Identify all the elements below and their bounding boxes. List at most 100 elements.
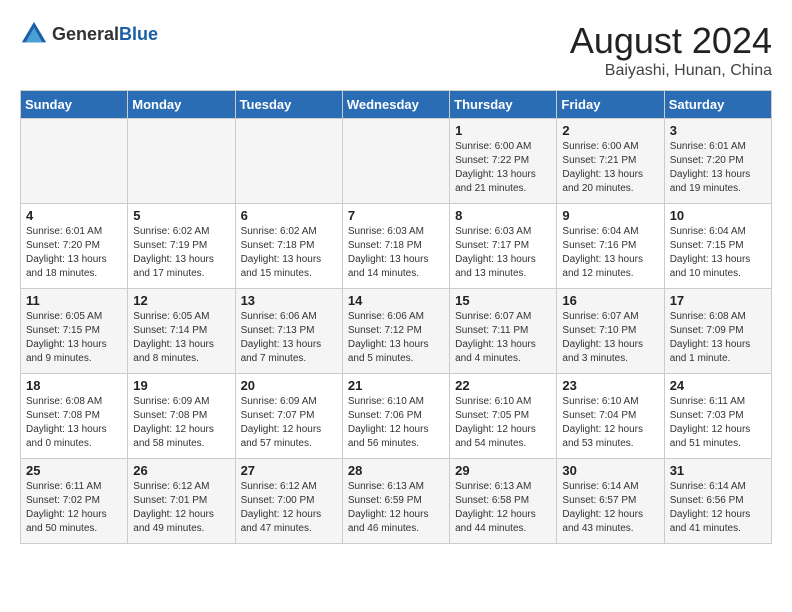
day-info: Sunrise: 6:02 AM Sunset: 7:19 PM Dayligh… [133, 225, 229, 281]
day-info: Sunrise: 6:07 AM Sunset: 7:10 PM Dayligh… [562, 310, 658, 366]
day-info: Sunrise: 6:13 AM Sunset: 6:59 PM Dayligh… [348, 480, 444, 536]
calendar-cell: 5 Sunrise: 6:02 AM Sunset: 7:19 PM Daylig… [128, 204, 235, 289]
day-info: Sunrise: 6:04 AM Sunset: 7:16 PM Dayligh… [562, 225, 658, 281]
day-info: Sunrise: 6:11 AM Sunset: 7:02 PM Dayligh… [26, 480, 122, 536]
calendar-cell: 18 Sunrise: 6:08 AM Sunset: 7:08 PM Dayli… [21, 374, 128, 459]
day-number: 23 [562, 378, 658, 393]
calendar-cell: 29Sunrise: 6:13 AM Sunset: 6:58 PM Dayli… [450, 459, 557, 544]
calendar-cell: 22 Sunrise: 6:10 AM Sunset: 7:05 PM Dayli… [450, 374, 557, 459]
day-number: 4 [26, 208, 122, 223]
day-number: 7 [348, 208, 444, 223]
col-monday: Monday [128, 91, 235, 119]
day-info: Sunrise: 6:13 AM Sunset: 6:58 PM Dayligh… [455, 480, 551, 536]
day-number: 13 [241, 293, 337, 308]
title-block: August 2024 Baiyashi, Hunan, China [570, 20, 772, 80]
calendar-cell: 8 Sunrise: 6:03 AM Sunset: 7:17 PM Daylig… [450, 204, 557, 289]
calendar-cell: 14Sunrise: 6:06 AM Sunset: 7:12 PM Dayli… [342, 289, 449, 374]
day-number: 16 [562, 293, 658, 308]
day-info: Sunrise: 6:01 AM Sunset: 7:20 PM Dayligh… [26, 225, 122, 281]
day-info: Sunrise: 6:05 AM Sunset: 7:14 PM Dayligh… [133, 310, 229, 366]
calendar-week-3: 11 Sunrise: 6:05 AM Sunset: 7:15 PM Dayli… [21, 289, 772, 374]
calendar-cell: 23 Sunrise: 6:10 AM Sunset: 7:04 PM Dayli… [557, 374, 664, 459]
day-number: 30 [562, 463, 658, 478]
day-info: Sunrise: 6:05 AM Sunset: 7:15 PM Dayligh… [26, 310, 122, 366]
day-info: Sunrise: 6:07 AM Sunset: 7:11 PM Dayligh… [455, 310, 551, 366]
calendar-body: 1Sunrise: 6:00 AM Sunset: 7:22 PM Daylig… [21, 119, 772, 544]
calendar-cell: 17Sunrise: 6:08 AM Sunset: 7:09 PM Dayli… [664, 289, 771, 374]
day-number: 21 [348, 378, 444, 393]
calendar-cell [235, 119, 342, 204]
logo-icon [20, 20, 48, 48]
day-number: 3 [670, 123, 766, 138]
calendar-cell: 19Sunrise: 6:09 AM Sunset: 7:08 PM Dayli… [128, 374, 235, 459]
day-number: 2 [562, 123, 658, 138]
col-friday: Friday [557, 91, 664, 119]
day-info: Sunrise: 6:10 AM Sunset: 7:06 PM Dayligh… [348, 395, 444, 451]
header-row: Sunday Monday Tuesday Wednesday Thursday… [21, 91, 772, 119]
day-info: Sunrise: 6:03 AM Sunset: 7:17 PM Dayligh… [455, 225, 551, 281]
day-number: 20 [241, 378, 337, 393]
day-info: Sunrise: 6:12 AM Sunset: 7:01 PM Dayligh… [133, 480, 229, 536]
calendar-cell: 27Sunrise: 6:12 AM Sunset: 7:00 PM Dayli… [235, 459, 342, 544]
calendar-cell [128, 119, 235, 204]
calendar-cell: 24 Sunrise: 6:11 AM Sunset: 7:03 PM Dayli… [664, 374, 771, 459]
calendar-cell: 11 Sunrise: 6:05 AM Sunset: 7:15 PM Dayli… [21, 289, 128, 374]
calendar-header: Sunday Monday Tuesday Wednesday Thursday… [21, 91, 772, 119]
calendar-week-2: 4 Sunrise: 6:01 AM Sunset: 7:20 PM Daylig… [21, 204, 772, 289]
day-number: 31 [670, 463, 766, 478]
day-number: 8 [455, 208, 551, 223]
col-thursday: Thursday [450, 91, 557, 119]
day-number: 15 [455, 293, 551, 308]
day-number: 24 [670, 378, 766, 393]
day-info: Sunrise: 6:10 AM Sunset: 7:04 PM Dayligh… [562, 395, 658, 451]
day-info: Sunrise: 6:10 AM Sunset: 7:05 PM Dayligh… [455, 395, 551, 451]
calendar-cell: 6 Sunrise: 6:02 AM Sunset: 7:18 PM Daylig… [235, 204, 342, 289]
day-number: 26 [133, 463, 229, 478]
logo: GeneralBlue [20, 20, 158, 48]
day-info: Sunrise: 6:14 AM Sunset: 6:57 PM Dayligh… [562, 480, 658, 536]
calendar-cell: 12 Sunrise: 6:05 AM Sunset: 7:14 PM Dayli… [128, 289, 235, 374]
calendar-table: Sunday Monday Tuesday Wednesday Thursday… [20, 90, 772, 544]
day-info: Sunrise: 6:02 AM Sunset: 7:18 PM Dayligh… [241, 225, 337, 281]
calendar-cell: 25 Sunrise: 6:11 AM Sunset: 7:02 PM Dayli… [21, 459, 128, 544]
calendar-cell: 9Sunrise: 6:04 AM Sunset: 7:16 PM Daylig… [557, 204, 664, 289]
day-info: Sunrise: 6:12 AM Sunset: 7:00 PM Dayligh… [241, 480, 337, 536]
calendar-week-1: 1Sunrise: 6:00 AM Sunset: 7:22 PM Daylig… [21, 119, 772, 204]
page-header: GeneralBlue August 2024 Baiyashi, Hunan,… [20, 20, 772, 80]
day-info: Sunrise: 6:11 AM Sunset: 7:03 PM Dayligh… [670, 395, 766, 451]
calendar-cell: 20 Sunrise: 6:09 AM Sunset: 7:07 PM Dayli… [235, 374, 342, 459]
day-number: 25 [26, 463, 122, 478]
col-tuesday: Tuesday [235, 91, 342, 119]
day-info: Sunrise: 6:08 AM Sunset: 7:09 PM Dayligh… [670, 310, 766, 366]
day-info: Sunrise: 6:04 AM Sunset: 7:15 PM Dayligh… [670, 225, 766, 281]
day-number: 18 [26, 378, 122, 393]
location-title: Baiyashi, Hunan, China [570, 62, 772, 80]
calendar-cell: 16 Sunrise: 6:07 AM Sunset: 7:10 PM Dayli… [557, 289, 664, 374]
calendar-cell: 15 Sunrise: 6:07 AM Sunset: 7:11 PM Dayli… [450, 289, 557, 374]
calendar-cell: 2Sunrise: 6:00 AM Sunset: 7:21 PM Daylig… [557, 119, 664, 204]
calendar-cell: 30 Sunrise: 6:14 AM Sunset: 6:57 PM Dayli… [557, 459, 664, 544]
calendar-cell: 13Sunrise: 6:06 AM Sunset: 7:13 PM Dayli… [235, 289, 342, 374]
col-wednesday: Wednesday [342, 91, 449, 119]
calendar-cell: 4 Sunrise: 6:01 AM Sunset: 7:20 PM Daylig… [21, 204, 128, 289]
calendar-cell: 26 Sunrise: 6:12 AM Sunset: 7:01 PM Dayli… [128, 459, 235, 544]
day-number: 11 [26, 293, 122, 308]
day-info: Sunrise: 6:08 AM Sunset: 7:08 PM Dayligh… [26, 395, 122, 451]
calendar-week-5: 25 Sunrise: 6:11 AM Sunset: 7:02 PM Dayli… [21, 459, 772, 544]
day-info: Sunrise: 6:01 AM Sunset: 7:20 PM Dayligh… [670, 140, 766, 196]
calendar-cell: 3 Sunrise: 6:01 AM Sunset: 7:20 PM Daylig… [664, 119, 771, 204]
day-info: Sunrise: 6:06 AM Sunset: 7:12 PM Dayligh… [348, 310, 444, 366]
logo-blue: Blue [119, 24, 158, 44]
day-number: 6 [241, 208, 337, 223]
day-number: 5 [133, 208, 229, 223]
day-info: Sunrise: 6:09 AM Sunset: 7:07 PM Dayligh… [241, 395, 337, 451]
calendar-cell: 1Sunrise: 6:00 AM Sunset: 7:22 PM Daylig… [450, 119, 557, 204]
day-info: Sunrise: 6:03 AM Sunset: 7:18 PM Dayligh… [348, 225, 444, 281]
calendar-cell: 7 Sunrise: 6:03 AM Sunset: 7:18 PM Daylig… [342, 204, 449, 289]
day-number: 12 [133, 293, 229, 308]
calendar-cell [21, 119, 128, 204]
calendar-cell [342, 119, 449, 204]
day-info: Sunrise: 6:14 AM Sunset: 6:56 PM Dayligh… [670, 480, 766, 536]
calendar-cell: 31 Sunrise: 6:14 AM Sunset: 6:56 PM Dayli… [664, 459, 771, 544]
day-number: 22 [455, 378, 551, 393]
